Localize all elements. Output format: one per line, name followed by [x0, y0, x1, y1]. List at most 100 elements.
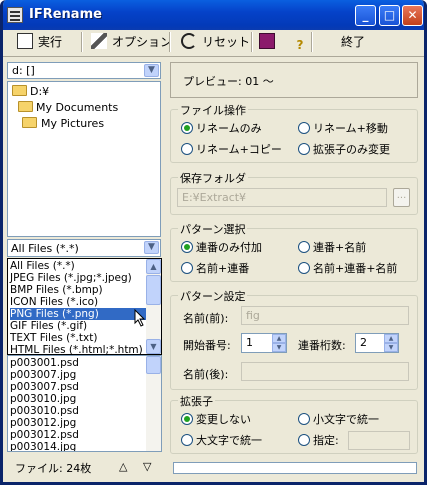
spin-up-icon[interactable]: ▲	[272, 334, 286, 343]
list-item[interactable]: p003010.jpg	[10, 393, 76, 405]
chevron-down-icon[interactable]: ▼	[144, 241, 159, 254]
drive-value: d: []	[12, 64, 35, 77]
reset-label: リセット	[202, 35, 251, 49]
scroll-thumb[interactable]	[146, 275, 161, 305]
save-folder-input[interactable]: E:¥Extract¥	[177, 188, 387, 207]
spin-up-icon[interactable]: ▲	[384, 334, 398, 343]
tree-item-my-documents[interactable]: My Documents	[18, 100, 118, 116]
dropdown-option[interactable]: PNG Files (*.png)	[10, 308, 146, 320]
suffix-label: 名前(後):	[183, 368, 229, 381]
spinner-buttons[interactable]: ▲ ▼	[272, 334, 286, 352]
dropdown-option[interactable]: ICON Files (*.ico)	[10, 296, 98, 308]
tree-item-drive[interactable]: D:¥	[12, 84, 49, 100]
folder-open-icon	[22, 117, 37, 128]
run-button[interactable]: 実行	[17, 31, 62, 53]
start-number-spinner[interactable]: 1 ▲ ▼	[241, 333, 287, 353]
radio-ext-custom[interactable]: 指定:	[298, 434, 339, 448]
radio-ext-unchanged[interactable]: 変更しない	[181, 413, 251, 427]
start-number-value: 1	[246, 336, 253, 349]
radio-label: 連番+名前	[313, 241, 367, 254]
app-window: IFRename _ □ ✕ 実行 オプション リセット ? 終了 d: [] …	[0, 0, 427, 485]
dropdown-option[interactable]: TEXT Files (*.txt)	[10, 332, 97, 344]
radio-ext-only[interactable]: 拡張子のみ変更	[298, 143, 390, 157]
group-legend: パターン設定	[178, 288, 248, 304]
toolbar-separator	[81, 32, 83, 52]
file-type-dropdown[interactable]: All Files (*.*) JPEG Files (*.jpg;*.jpeg…	[7, 258, 162, 355]
list-item[interactable]: p003007.psd	[10, 381, 79, 393]
tree-item-my-pictures[interactable]: My Pictures	[22, 116, 159, 132]
close-button[interactable]: ✕	[402, 5, 423, 26]
folder-tree[interactable]: D:¥ My Documents My Pictures	[7, 81, 161, 237]
tree-item-label: My Pictures	[41, 117, 105, 130]
run-label: 実行	[38, 35, 63, 49]
file-operation-group: ファイル操作 リネームのみ リネーム+移動 リネーム+コピー 拡張子のみ変更	[170, 102, 418, 163]
radio-ext-uppercase[interactable]: 大文字で統一	[181, 434, 262, 448]
radio-rename-move[interactable]: リネーム+移動	[298, 122, 388, 136]
list-item[interactable]: p003014.jpg	[10, 441, 76, 451]
left-pane: d: [] ▼ D:¥ My Documents My Pictures All…	[7, 62, 163, 452]
preview-box: プレビュー: 01 〜	[170, 62, 418, 98]
book-icon	[259, 33, 275, 49]
spin-down-icon[interactable]: ▼	[272, 343, 286, 352]
scroll-up-icon[interactable]: ▲	[146, 259, 161, 274]
reset-button[interactable]: リセット	[181, 31, 250, 53]
pattern-settings-group: パターン設定 名前(前): fig 開始番号: 1 ▲ ▼ 連番桁数: 2 ▲ ▼ …	[170, 288, 418, 390]
dropdown-option[interactable]: BMP Files (*.bmp)	[10, 284, 103, 296]
help-book-button[interactable]	[259, 31, 280, 53]
radio-rename-copy[interactable]: リネーム+コピー	[181, 143, 282, 157]
options-button[interactable]: オプション	[91, 31, 172, 53]
list-item[interactable]: p003012.jpg	[10, 417, 76, 429]
dropdown-option[interactable]: HTML Files (*.html;*.htm)	[10, 344, 143, 354]
minimize-button[interactable]: _	[355, 5, 376, 26]
save-folder-group: 保存フォルダ E:¥Extract¥ ...	[170, 170, 418, 215]
radio-label: 変更しない	[196, 413, 251, 426]
radio-name-number-name[interactable]: 名前+連番+名前	[298, 262, 397, 276]
browse-button[interactable]: ...	[393, 188, 410, 207]
digits-spinner[interactable]: 2 ▲ ▼	[355, 333, 399, 353]
title-bar[interactable]: IFRename _ □ ✕	[3, 0, 424, 30]
dropdown-option[interactable]: GIF Files (*.gif)	[10, 320, 87, 332]
toolbar-separator	[169, 32, 171, 52]
file-type-select[interactable]: All Files (*.*) ▼	[7, 239, 161, 257]
save-folder-value: E:¥Extract¥	[182, 191, 247, 204]
refresh-icon	[181, 33, 197, 49]
radio-rename-only[interactable]: リネームのみ	[181, 122, 262, 136]
prefix-input[interactable]: fig	[241, 306, 409, 325]
list-item[interactable]: p003012.psd	[10, 429, 79, 441]
suffix-input[interactable]	[241, 362, 409, 381]
custom-extension-input[interactable]	[348, 431, 410, 450]
radio-dot	[181, 262, 193, 274]
radio-name-number[interactable]: 名前+連番	[181, 262, 249, 276]
list-item[interactable]: p003010.psd	[10, 405, 79, 417]
dropdown-option[interactable]: All Files (*.*)	[10, 260, 75, 272]
radio-number-name[interactable]: 連番+名前	[298, 241, 366, 255]
radio-dot	[181, 413, 193, 425]
radio-dot	[298, 262, 310, 274]
maximize-button[interactable]: □	[379, 5, 400, 26]
list-item[interactable]: p003001.psd	[10, 357, 79, 369]
status-bar: ファイル: 24枚 △ ▽	[3, 455, 424, 482]
file-list[interactable]: p003001.psd p003007.jpg p003007.psd p003…	[7, 355, 162, 452]
radio-dot	[298, 122, 310, 134]
chevron-down-icon[interactable]: ▼	[144, 64, 159, 77]
scroll-thumb[interactable]	[146, 356, 161, 374]
file-list-scrollbar[interactable]	[146, 356, 161, 451]
spin-down-icon[interactable]: ▼	[384, 343, 398, 352]
list-item[interactable]: p003007.jpg	[10, 369, 76, 381]
folder-icon	[12, 85, 27, 96]
scroll-down-icon[interactable]: ▼	[146, 339, 161, 354]
dropdown-scrollbar[interactable]: ▲ ▼	[146, 259, 161, 354]
window-title: IFRename	[29, 7, 102, 22]
radio-number-only[interactable]: 連番のみ付加	[181, 241, 262, 255]
toolbar: 実行 オプション リセット ? 終了	[3, 27, 424, 57]
radio-dot	[298, 143, 310, 155]
radio-dot	[298, 413, 310, 425]
exit-button[interactable]: 終了	[341, 31, 365, 53]
move-up-button[interactable]: △	[119, 460, 127, 473]
radio-ext-lowercase[interactable]: 小文字で統一	[298, 413, 379, 427]
drive-select[interactable]: d: [] ▼	[7, 62, 161, 79]
help-button[interactable]: ?	[292, 31, 313, 53]
move-down-button[interactable]: ▽	[143, 460, 151, 473]
spinner-buttons[interactable]: ▲ ▼	[384, 334, 398, 352]
dropdown-option[interactable]: JPEG Files (*.jpg;*.jpeg)	[10, 272, 132, 284]
